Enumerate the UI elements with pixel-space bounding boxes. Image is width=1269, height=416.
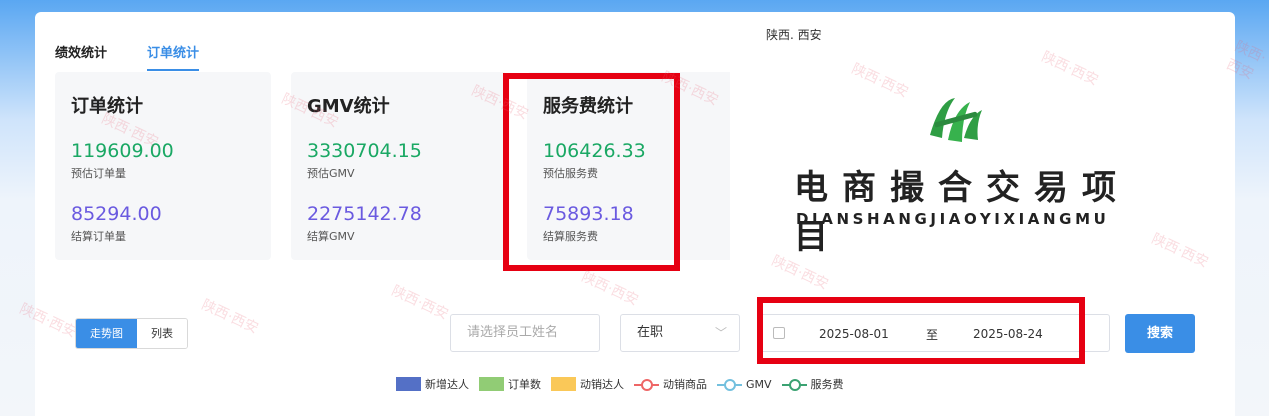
card-title: 订单统计 [71,96,143,117]
chevron-down-icon: ﹀ [714,326,727,340]
legend-label: GMV [746,377,772,391]
region-label: 陕西. 西安 [766,28,822,42]
legend-item-new-talent[interactable]: 新增达人 [396,376,469,392]
line-marker-icon [781,377,807,391]
legend-item-orders[interactable]: 订单数 [479,376,541,392]
chart-legend: 新增达人 订单数 动销达人 动销商品 GMV 服务费 [396,376,854,392]
project-logo-area: 陕西. 西安 电商撮合交易项目 DIANSHANGJIAOYIXIANGMU [730,20,1170,275]
line-marker-icon [717,377,742,391]
company-logo-icon [930,98,982,142]
legend-item-service-fee[interactable]: 服务费 [781,376,844,392]
legend-label: 新增达人 [425,378,469,391]
project-title-en: DIANSHANGJIAOYIXIANGMU [796,210,1110,228]
estimated-value: 119609.00 [71,140,174,162]
list-view-button[interactable]: 列表 [137,319,187,348]
settled-label: 结算GMV [307,230,355,243]
legend-item-active-talent[interactable]: 动销达人 [551,376,624,392]
legend-item-active-products[interactable]: 动销商品 [634,376,707,392]
estimated-label: 预估GMV [307,167,355,180]
line-marker-icon [634,377,659,391]
legend-label: 动销商品 [663,378,707,391]
legend-label: 订单数 [508,378,541,391]
legend-item-gmv[interactable]: GMV [717,377,772,391]
stats-tabs: 绩效统计 订单统计 [55,42,200,71]
bar-swatch-icon [396,377,421,391]
project-title-cn: 电商撮合交易项目 [794,168,1130,257]
search-button[interactable]: 搜索 [1125,314,1195,353]
settled-value: 2275142.78 [307,203,422,225]
highlight-box-date-range [757,297,1085,364]
settled-value: 85294.00 [71,203,162,225]
estimated-label: 预估订单量 [71,167,126,180]
bar-swatch-icon [551,377,576,391]
highlight-box-service-fee [503,73,680,271]
status-select[interactable]: 在职 ﹀ [620,314,740,352]
estimated-value: 3330704.15 [307,140,422,162]
bar-swatch-icon [479,377,504,391]
order-stats-card: 订单统计 119609.00 预估订单量 85294.00 结算订单量 [55,72,271,260]
employee-name-input[interactable]: 请选择员工姓名 [450,314,600,352]
settled-label: 结算订单量 [71,230,126,243]
gmv-stats-card: GMV统计 3330704.15 预估GMV 2275142.78 结算GMV [291,72,507,260]
view-toggle: 走势图 列表 [75,318,188,349]
legend-label: 服务费 [810,378,844,391]
status-select-value: 在职 [637,325,664,340]
tab-performance-stats[interactable]: 绩效统计 [55,42,107,71]
legend-label: 动销达人 [580,378,624,391]
tab-order-stats[interactable]: 订单统计 [147,42,200,71]
card-title: GMV统计 [307,96,390,117]
chart-view-button[interactable]: 走势图 [76,319,137,348]
